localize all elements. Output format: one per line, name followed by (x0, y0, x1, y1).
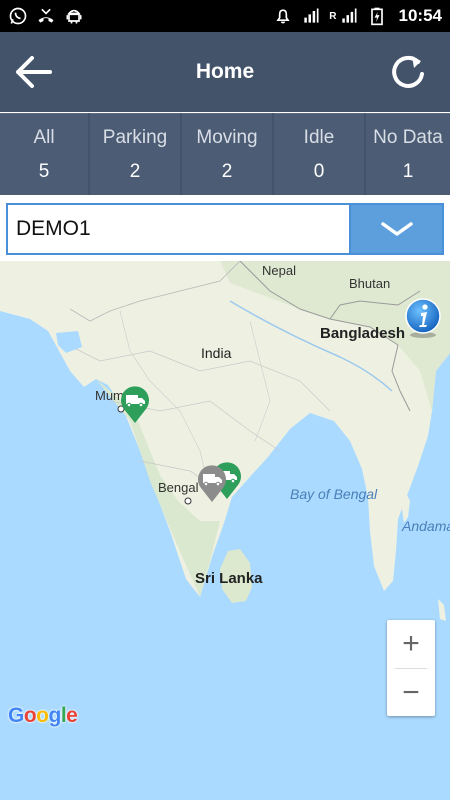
map-label-bengaluru: Bengal (158, 480, 199, 495)
tab-no-data[interactable]: No Data 1 (366, 113, 450, 195)
tab-count: 5 (38, 160, 50, 182)
tab-all[interactable]: All 5 (0, 113, 88, 195)
tab-count: 0 (313, 160, 325, 182)
chevron-down-icon (380, 222, 413, 236)
page-title: Home (195, 60, 255, 83)
vehicle-marker-moving[interactable] (118, 385, 152, 425)
map-label-bay-of-bengal: Bay of Bengal (290, 486, 378, 502)
tab-moving[interactable]: Moving 2 (182, 113, 272, 195)
tab-idle[interactable]: Idle 0 (274, 113, 364, 195)
tab-count: 1 (402, 160, 414, 182)
status-bar-right: R 10:54 (273, 6, 442, 26)
map-label-nepal: Nepal (262, 263, 296, 278)
status-filter-tabs: All 5 Parking 2 Moving 2 Idle 0 No Data … (0, 113, 450, 195)
map-label-bhutan: Bhutan (349, 276, 391, 291)
vehicle-marker-parking[interactable] (195, 464, 229, 504)
device-input[interactable]: DEMO1 (6, 203, 349, 255)
zoom-in-button[interactable]: + (387, 620, 435, 668)
android-icon (64, 6, 84, 26)
map-label-andaman: Andama (402, 518, 450, 534)
map-view[interactable]: Nepal Bhutan Bangladesh India Mum Bengal… (0, 261, 450, 800)
tab-label: Idle (303, 126, 335, 148)
tab-parking[interactable]: Parking 2 (90, 113, 180, 195)
whatsapp-icon (8, 6, 28, 26)
logo-letter: o (36, 704, 49, 727)
device-selector: DEMO1 (0, 195, 450, 261)
map-label-bangladesh: Bangladesh (320, 325, 406, 342)
zoom-controls: + − (387, 620, 435, 716)
cell-signal-icon (339, 6, 359, 26)
tab-label: No Data (373, 126, 443, 148)
back-arrow-icon (16, 56, 52, 88)
status-bar: R 10:54 (0, 0, 450, 32)
tab-count: 2 (129, 160, 141, 182)
tab-label: Parking (102, 126, 168, 148)
google-logo: Google (8, 704, 78, 728)
roaming-label: R (329, 10, 337, 22)
status-bar-left (8, 6, 84, 26)
app-bar: Home (0, 32, 450, 112)
device-dropdown-button[interactable] (349, 203, 444, 255)
tab-label: All (33, 126, 55, 148)
refresh-icon (392, 55, 424, 88)
refresh-button[interactable] (386, 50, 430, 94)
alarm-icon (273, 6, 293, 26)
tab-count: 2 (221, 160, 233, 182)
map-label-sri-lanka: Sri Lanka (195, 570, 263, 587)
status-time: 10:54 (398, 6, 442, 25)
missed-call-icon (36, 6, 56, 26)
wifi-signal-icon (301, 6, 321, 26)
logo-letter: G (8, 704, 24, 727)
battery-charging-icon (367, 6, 387, 26)
logo-letter: g (48, 704, 62, 727)
tab-label: Moving (196, 126, 258, 148)
zoom-out-button[interactable]: − (387, 669, 435, 717)
logo-letter: e (66, 704, 78, 727)
info-icon[interactable] (402, 297, 444, 339)
logo-letter: o (23, 704, 37, 727)
map-label-india: India (201, 345, 232, 361)
city-dot-bengaluru (184, 497, 192, 505)
back-button[interactable] (12, 52, 56, 92)
